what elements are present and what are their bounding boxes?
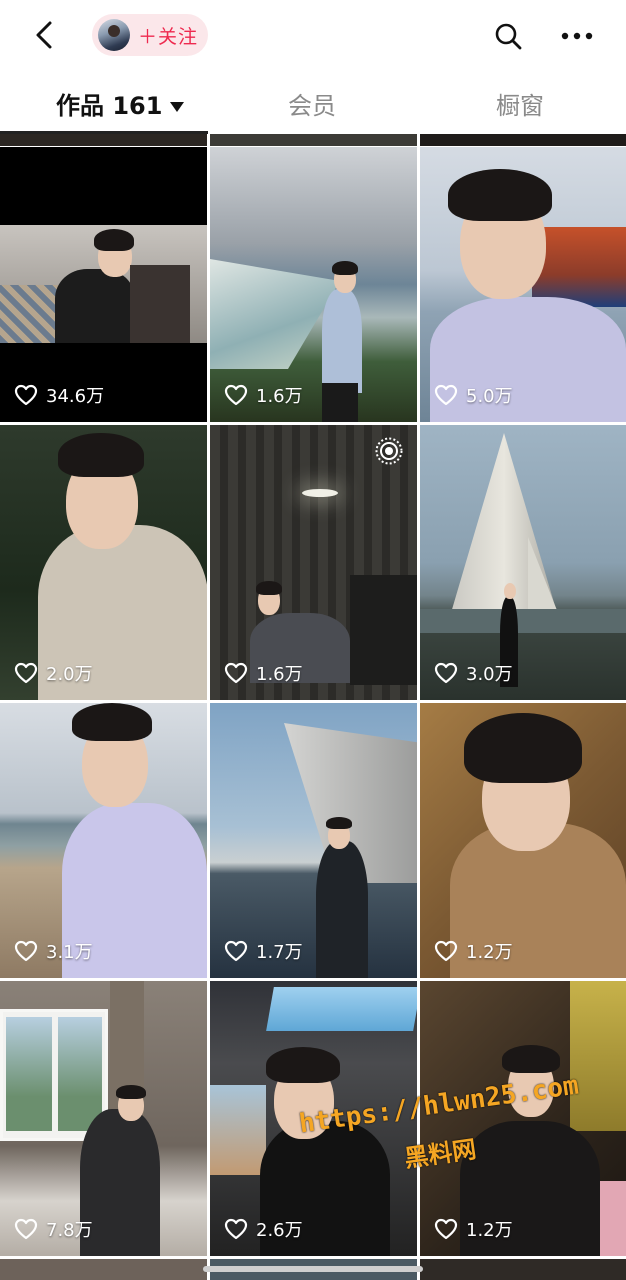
search-icon[interactable] bbox=[494, 22, 522, 50]
heart-outline-icon bbox=[224, 940, 248, 962]
follow-pill[interactable]: ＋关注 bbox=[92, 14, 208, 56]
heart-outline-icon bbox=[224, 662, 248, 684]
heart-outline-icon bbox=[434, 1218, 458, 1240]
video-thumbnail[interactable]: 7.8万 bbox=[0, 981, 207, 1256]
like-count-text: 1.2万 bbox=[466, 1220, 513, 1241]
like-count: 3.0万 bbox=[434, 660, 513, 686]
like-count: 34.6万 bbox=[14, 382, 104, 408]
video-thumbnail[interactable]: 2.0万 bbox=[0, 425, 207, 700]
heart-outline-icon bbox=[14, 1218, 38, 1240]
video-thumbnail[interactable]: 34.6万 bbox=[0, 147, 207, 422]
video-thumbnail[interactable]: 1.7万 bbox=[210, 703, 417, 978]
like-count-text: 2.0万 bbox=[46, 664, 93, 685]
like-count: 2.0万 bbox=[14, 660, 93, 686]
video-thumbnail[interactable]: 1.6万 bbox=[210, 425, 417, 700]
heart-outline-icon bbox=[434, 662, 458, 684]
like-count-text: 5.0万 bbox=[466, 386, 513, 407]
video-thumbnail[interactable]: 5.0万 bbox=[420, 147, 626, 422]
heart-outline-icon bbox=[14, 940, 38, 962]
caret-down-icon bbox=[170, 102, 185, 112]
like-count-text: 34.6万 bbox=[46, 386, 105, 407]
like-count-text: 1.6万 bbox=[256, 386, 303, 407]
follow-button[interactable]: ＋关注 bbox=[138, 22, 198, 49]
like-count: 3.1万 bbox=[14, 938, 93, 964]
heart-outline-icon bbox=[434, 384, 458, 406]
like-count-text: 3.0万 bbox=[466, 664, 513, 685]
like-count-text: 1.2万 bbox=[466, 942, 513, 963]
home-indicator[interactable] bbox=[203, 1266, 423, 1272]
like-count: 2.6万 bbox=[224, 1216, 303, 1242]
like-count: 7.8万 bbox=[14, 1216, 93, 1242]
previous-row-strip bbox=[0, 134, 626, 146]
like-count: 1.6万 bbox=[224, 660, 303, 686]
like-count-text: 3.1万 bbox=[46, 942, 93, 963]
like-count-text: 1.7万 bbox=[256, 942, 303, 963]
heart-outline-icon bbox=[14, 662, 38, 684]
profile-tabs: 作品 161 会员 橱窗 bbox=[0, 72, 626, 134]
video-thumbnail[interactable]: 1.2万 bbox=[420, 703, 626, 978]
like-count: 1.2万 bbox=[434, 1216, 513, 1242]
tab-member[interactable]: 会员 bbox=[288, 86, 336, 121]
like-count: 1.6万 bbox=[224, 382, 303, 408]
avatar[interactable] bbox=[98, 19, 130, 51]
live-broadcast-icon bbox=[375, 437, 403, 465]
heart-outline-icon bbox=[14, 384, 38, 406]
like-count: 5.0万 bbox=[434, 382, 513, 408]
video-thumbnail[interactable]: 3.1万 bbox=[0, 703, 207, 978]
video-thumbnail[interactable]: 1.6万 bbox=[210, 147, 417, 422]
heart-outline-icon bbox=[224, 1218, 248, 1240]
tab-works[interactable]: 作品 161 bbox=[56, 86, 185, 121]
like-count: 1.2万 bbox=[434, 938, 513, 964]
chevron-left-icon[interactable] bbox=[28, 18, 62, 52]
heart-outline-icon bbox=[224, 384, 248, 406]
more-dots-icon[interactable] bbox=[560, 26, 594, 46]
like-count-text: 2.6万 bbox=[256, 1220, 303, 1241]
video-thumbnail[interactable]: 1.2万 bbox=[420, 981, 626, 1256]
tab-shop[interactable]: 橱窗 bbox=[496, 86, 544, 121]
like-count-text: 7.8万 bbox=[46, 1220, 93, 1241]
top-bar: ＋关注 bbox=[0, 0, 626, 72]
like-count: 1.7万 bbox=[224, 938, 303, 964]
like-count-text: 1.6万 bbox=[256, 664, 303, 685]
tab-works-label: 作品 161 bbox=[56, 92, 163, 120]
heart-outline-icon bbox=[434, 940, 458, 962]
video-thumbnail[interactable]: 3.0万 bbox=[420, 425, 626, 700]
